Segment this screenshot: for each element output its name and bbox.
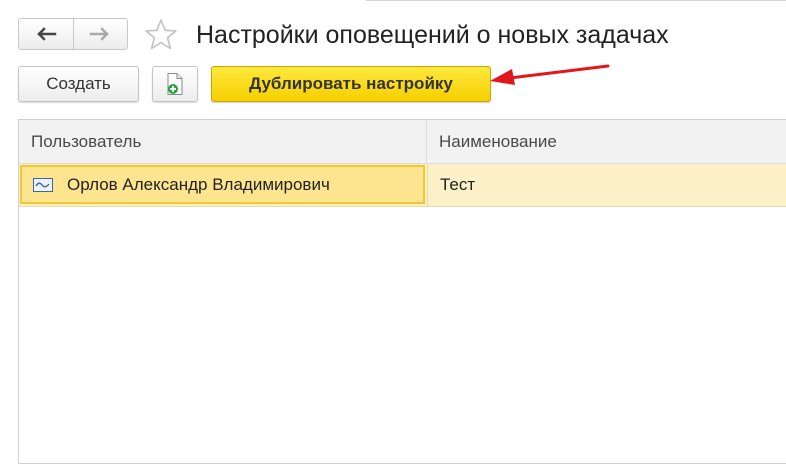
forward-button[interactable]: [72, 19, 128, 49]
add-document-icon: [167, 73, 183, 95]
column-header-name[interactable]: Наименование: [427, 120, 786, 163]
settings-table: Пользователь Наименование Орлов Александ…: [18, 119, 786, 464]
record-icon: [33, 177, 53, 192]
back-button[interactable]: [19, 19, 73, 49]
star-outline-icon[interactable]: [143, 17, 179, 53]
window-top-border: [366, 0, 786, 1]
arrow-right-icon: [90, 27, 109, 41]
table-header: Пользователь Наименование: [19, 120, 786, 164]
cell-user[interactable]: Орлов Александр Владимирович: [20, 165, 425, 204]
navigation-buttons: [18, 18, 128, 50]
table-row[interactable]: Орлов Александр Владимирович Тест: [19, 164, 786, 207]
add-document-button[interactable]: [152, 66, 198, 102]
arrow-left-icon: [37, 27, 56, 41]
cell-name[interactable]: Тест: [427, 164, 475, 206]
duplicate-setting-button[interactable]: Дублировать настройку: [211, 66, 491, 102]
page-title: Настройки оповещений о новых задачах: [196, 21, 669, 49]
annotation-arrow: [490, 64, 610, 85]
cell-user-text: Орлов Александр Владимирович: [67, 174, 330, 194]
column-header-user[interactable]: Пользователь: [19, 120, 427, 163]
create-button[interactable]: Создать: [18, 66, 139, 102]
